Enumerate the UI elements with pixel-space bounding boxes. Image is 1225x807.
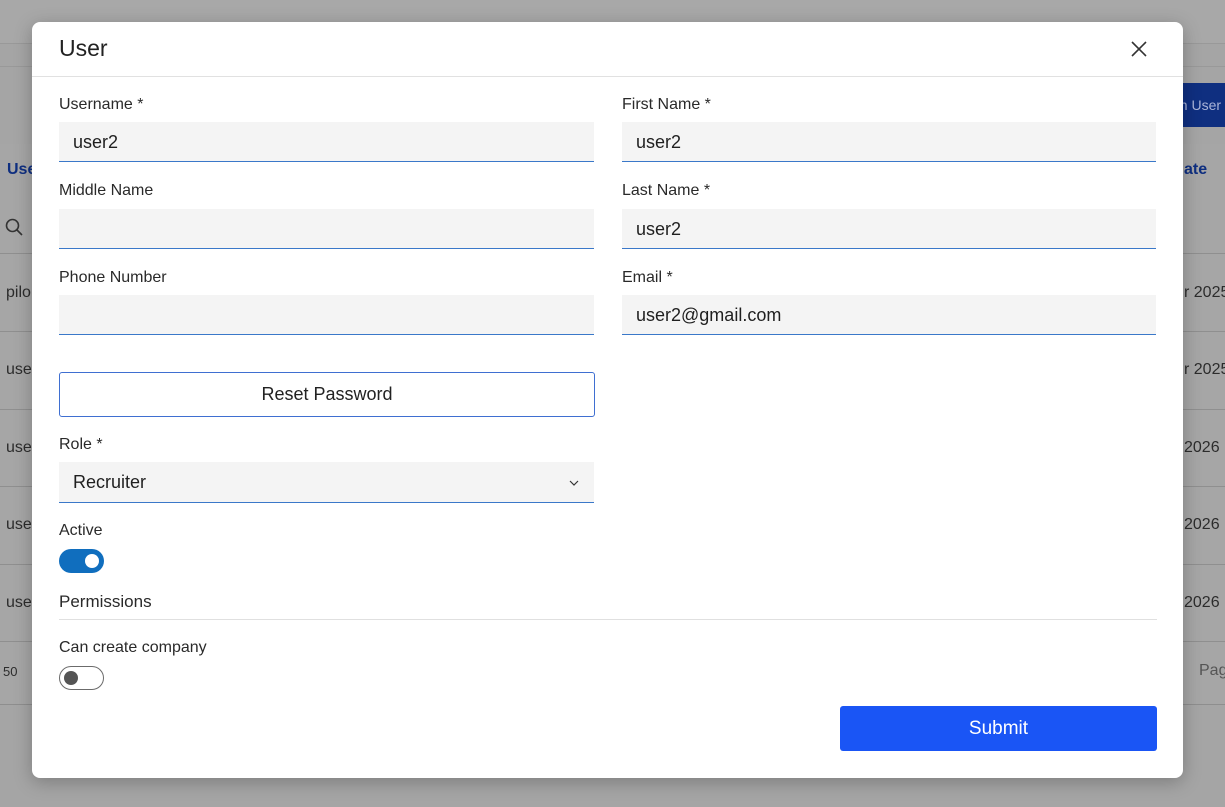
user-dialog: User Username * First Name * Middle Name… <box>32 22 1183 778</box>
phone-number-input[interactable] <box>59 295 594 335</box>
table-cell-date: 2026 <box>1184 594 1220 611</box>
dialog-header: User <box>32 22 1183 77</box>
role-label: Role * <box>59 436 103 453</box>
table-cell-date: r 2025 <box>1184 361 1225 378</box>
first-name-label: First Name * <box>622 96 711 113</box>
username-label: Username * <box>59 96 144 113</box>
table-cell-username: use <box>6 516 32 533</box>
chevron-down-icon <box>569 480 579 486</box>
middle-name-input[interactable] <box>59 209 594 249</box>
reset-password-button[interactable]: Reset Password <box>59 372 595 417</box>
permissions-divider <box>59 619 1157 620</box>
email-input[interactable] <box>622 295 1156 335</box>
permissions-heading: Permissions <box>59 592 152 611</box>
can-create-company-toggle[interactable] <box>59 666 104 690</box>
active-label: Active <box>59 522 103 539</box>
pager-label: Pag <box>1199 662 1225 679</box>
table-cell-date: 2026 <box>1184 516 1220 533</box>
role-selected-value: Recruiter <box>73 472 147 492</box>
username-input[interactable] <box>59 122 594 162</box>
first-name-input[interactable] <box>622 122 1156 162</box>
table-cell-date: 2026 <box>1184 439 1220 456</box>
active-toggle[interactable] <box>59 549 104 573</box>
last-name-input[interactable] <box>622 209 1156 249</box>
dialog-title: User <box>59 35 108 61</box>
email-label: Email * <box>622 269 673 286</box>
toggle-knob <box>64 671 78 685</box>
close-icon[interactable] <box>1127 37 1151 61</box>
table-cell-date: r 2025 <box>1184 284 1225 301</box>
column-header-date[interactable]: ate <box>1184 161 1207 179</box>
table-cell-username: pilo <box>6 284 31 301</box>
last-name-label: Last Name * <box>622 182 711 199</box>
table-cell-username: use <box>6 361 32 378</box>
can-create-company-label: Can create company <box>59 639 207 656</box>
table-cell-username: use <box>6 439 32 456</box>
table-cell-username: use <box>6 594 32 611</box>
role-select[interactable]: Recruiter <box>59 462 594 503</box>
middle-name-label: Middle Name <box>59 182 154 199</box>
submit-button[interactable]: Submit <box>840 706 1157 751</box>
search-icon[interactable] <box>5 218 23 236</box>
toggle-knob <box>85 554 99 568</box>
page-size-select[interactable]: 50 <box>3 664 17 679</box>
phone-number-label: Phone Number <box>59 269 167 286</box>
